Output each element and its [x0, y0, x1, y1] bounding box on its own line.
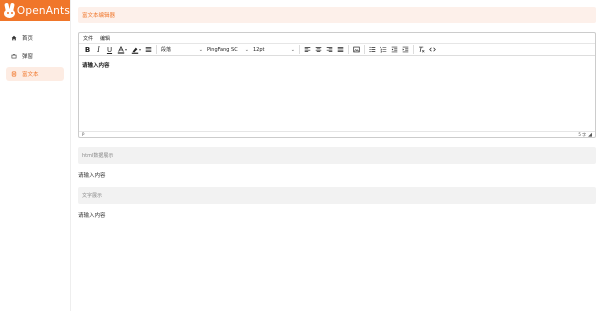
- outdent-icon[interactable]: [389, 44, 400, 55]
- sidebar-item-label: 首页: [22, 36, 34, 42]
- font-family-select[interactable]: PingFang SC ⌄: [205, 44, 251, 55]
- popup-icon: [9, 52, 18, 61]
- word-count: 5 字: [578, 131, 587, 137]
- editor-toolbar: B I U ▾ ▾ 段落 ⌄ PingFang SC ⌄ 12pt ⌄: [79, 43, 595, 56]
- toolbar-divider: [156, 45, 157, 54]
- richtext-icon: [9, 70, 18, 79]
- sidebar-item-label: 弹窗: [22, 54, 34, 60]
- editor-content-area[interactable]: 请输入内容: [79, 56, 595, 128]
- sidebar-nav: 首页 弹窗 富文本: [0, 31, 70, 81]
- font-size-select[interactable]: 12pt ⌄: [251, 44, 297, 55]
- align-center-icon[interactable]: [313, 44, 324, 55]
- text-preview-field: 文字展示: [78, 187, 596, 204]
- indent-icon[interactable]: [400, 44, 411, 55]
- editor-content: 请输入内容: [82, 63, 110, 69]
- page-title-bar: 富文本编辑器: [78, 7, 596, 23]
- clear-format-icon[interactable]: [416, 44, 427, 55]
- resize-handle-icon[interactable]: ◢: [588, 132, 592, 138]
- align-justify-small-icon[interactable]: [143, 44, 154, 55]
- main-content: 富文本编辑器 文件 编辑 B I U ▾ ▾ 段落 ⌄ PingFang SC …: [78, 7, 596, 220]
- html-preview-field: html数据展示: [78, 147, 596, 164]
- italic-icon[interactable]: I: [93, 44, 104, 55]
- rich-text-editor: 文件 编辑 B I U ▾ ▾ 段落 ⌄ PingFang SC ⌄ 12pt …: [78, 32, 596, 138]
- align-left-icon[interactable]: [302, 44, 313, 55]
- logo-text: OpenAnts: [16, 4, 70, 17]
- sidebar-item-popup[interactable]: 弹窗: [6, 49, 64, 63]
- block-format-value: 段落: [161, 47, 172, 53]
- chevron-down-icon: ⌄: [244, 46, 249, 53]
- menu-file[interactable]: 文件: [83, 35, 93, 42]
- bold-icon[interactable]: B: [82, 44, 93, 55]
- page-title: 富文本编辑器: [82, 13, 116, 19]
- text-color-icon[interactable]: ▾: [115, 44, 129, 55]
- numbered-list-icon[interactable]: [378, 44, 389, 55]
- html-preview-value: 请输入内容: [78, 173, 106, 179]
- bullet-list-icon[interactable]: [367, 44, 378, 55]
- toolbar-divider: [299, 45, 300, 54]
- toolbar-divider: [364, 45, 365, 54]
- font-size-value: 12pt: [253, 46, 265, 53]
- align-right-icon[interactable]: [324, 44, 335, 55]
- align-justify-icon[interactable]: [335, 44, 346, 55]
- text-preview-label: 文字展示: [82, 193, 103, 199]
- home-icon: [9, 34, 18, 43]
- element-path[interactable]: P: [82, 132, 84, 137]
- chevron-down-icon: ⌄: [198, 46, 203, 53]
- editor-statusbar: P 5 字 ◢: [79, 131, 595, 138]
- menu-edit[interactable]: 编辑: [100, 35, 110, 42]
- html-preview-label: html数据展示: [82, 153, 114, 159]
- insert-image-icon[interactable]: [351, 44, 362, 55]
- sidebar: OpenAnts 首页 弹窗 富文本: [0, 0, 71, 311]
- app-logo[interactable]: OpenAnts: [0, 0, 70, 21]
- toolbar-divider: [413, 45, 414, 54]
- text-preview-value: 请输入内容: [78, 213, 106, 219]
- highlight-color-icon[interactable]: ▾: [129, 44, 143, 55]
- editor-menubar: 文件 编辑: [79, 33, 595, 43]
- chevron-down-icon: ⌄: [290, 46, 295, 53]
- sidebar-item-label: 富文本: [22, 72, 39, 78]
- sidebar-item-richtext[interactable]: 富文本: [6, 67, 64, 81]
- underline-icon[interactable]: U: [104, 44, 115, 55]
- source-code-icon[interactable]: [427, 44, 438, 55]
- ant-logo-icon: [3, 2, 15, 18]
- font-family-value: PingFang SC: [207, 46, 238, 53]
- block-format-select[interactable]: 段落 ⌄: [159, 44, 205, 55]
- toolbar-divider: [348, 45, 349, 54]
- sidebar-item-home[interactable]: 首页: [6, 31, 64, 45]
